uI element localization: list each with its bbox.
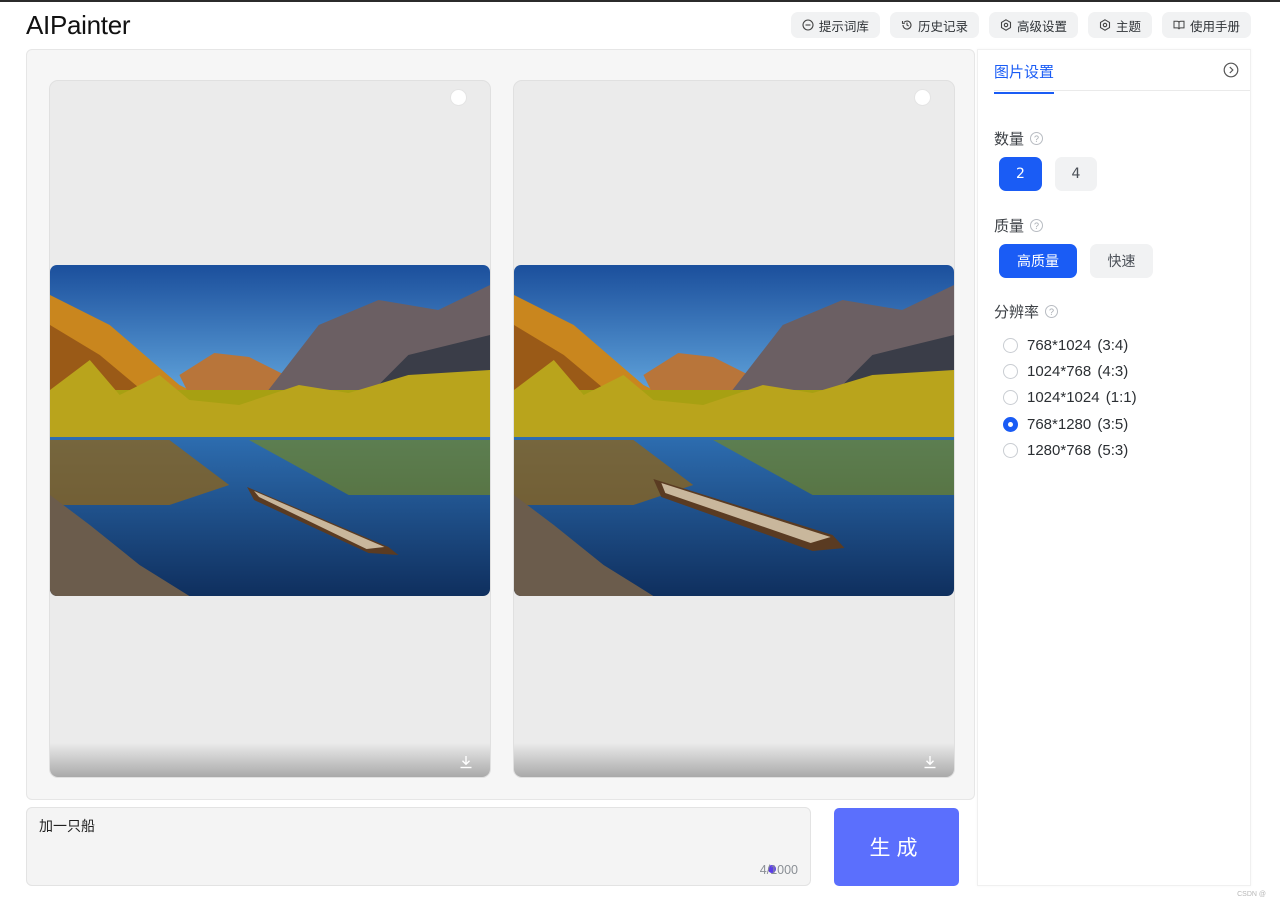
nav-theme-button[interactable]: 主题 (1087, 12, 1152, 38)
quality-option-fast[interactable]: 快速 (1090, 244, 1153, 278)
theme-gear-icon (1099, 19, 1112, 32)
quantity-label-text: 数量 (994, 130, 1025, 148)
gear-icon (1000, 19, 1013, 32)
resolution-option-selected[interactable]: 768*1280 (3:5) (1003, 411, 1137, 437)
quantity-option-2[interactable]: 2 (999, 157, 1042, 191)
resolution-option-label: 1024*768 (4:3) (1027, 362, 1129, 380)
quantity-options: 2 4 (999, 157, 1097, 191)
resolution-option[interactable]: 1280*768 (5:3) (1003, 437, 1137, 463)
resolution-option-label: 768*1280 (3:5) (1027, 415, 1129, 433)
resolution-option[interactable]: 1024*1024 (1:1) (1003, 385, 1137, 411)
resolution-label-text: 分辨率 (994, 303, 1040, 321)
help-icon[interactable]: ? (1045, 305, 1059, 318)
card-footer-shade (514, 743, 954, 777)
nav-advanced-settings-button[interactable]: 高级设置 (988, 12, 1078, 38)
radio-button[interactable] (1003, 390, 1018, 406)
radio-button[interactable] (1003, 337, 1018, 353)
resolution-option-label: 768*1024 (3:4) (1027, 336, 1129, 354)
resolution-option[interactable]: 768*1024 (3:4) (1003, 332, 1137, 358)
resolution-option-label: 1024*1024 (1:1) (1027, 389, 1137, 407)
nav-history-button[interactable]: 历史记录 (889, 12, 979, 38)
prompt-input[interactable] (27, 808, 810, 885)
radio-button[interactable] (1003, 363, 1018, 379)
window-top-border (0, 0, 1280, 2)
radio-button[interactable] (1003, 442, 1018, 458)
nav-label: 历史记录 (917, 18, 968, 34)
nav-label: 提示词库 (818, 18, 869, 34)
prompt-box: 4/1000 (26, 807, 811, 886)
image-card[interactable] (49, 80, 491, 778)
download-icon[interactable] (459, 754, 473, 769)
book-icon (1173, 19, 1186, 32)
nav-prompt-library-button[interactable]: 提示词库 (790, 12, 880, 38)
nav-manual-button[interactable]: 使用手册 (1161, 12, 1251, 38)
select-checkbox[interactable] (450, 89, 467, 106)
select-checkbox[interactable] (914, 89, 931, 106)
collapse-panel-icon[interactable] (1223, 62, 1239, 78)
library-icon (802, 19, 815, 32)
radio-button[interactable] (1003, 416, 1018, 432)
quality-label: 质量 ? (994, 215, 1044, 236)
quality-label-text: 质量 (994, 217, 1025, 235)
nav-label: 主题 (1115, 18, 1141, 34)
generated-image[interactable] (514, 265, 954, 596)
history-icon (901, 19, 914, 32)
resolution-options: 768*1024 (3:4) 1024*768 (4:3) 1024*1024 … (1003, 332, 1137, 463)
top-nav: 提示词库 历史记录 高级设置 主题 使用手册 (790, 12, 1251, 38)
resolution-option-label: 1280*768 (5:3) (1027, 441, 1129, 459)
generate-button[interactable]: 生成 (834, 808, 959, 886)
help-icon[interactable]: ? (1030, 132, 1044, 145)
resolution-label: 分辨率 ? (994, 301, 1059, 322)
watermark: CSDN @ (1237, 891, 1266, 898)
resolution-option[interactable]: 1024*768 (4:3) (1003, 358, 1137, 384)
download-icon[interactable] (923, 754, 937, 769)
help-icon[interactable]: ? (1030, 219, 1044, 232)
image-card[interactable] (513, 80, 955, 778)
character-counter: 4/1000 (759, 863, 798, 877)
tab-divider (994, 90, 1250, 91)
quantity-option-4[interactable]: 4 (1055, 157, 1097, 191)
image-gallery (26, 49, 975, 800)
app-title: AIPainter (26, 10, 131, 40)
quality-options: 高质量 快速 (999, 244, 1153, 278)
card-footer-shade (50, 743, 490, 777)
quantity-label: 数量 ? (994, 128, 1044, 149)
quality-option-high[interactable]: 高质量 (999, 244, 1077, 278)
nav-label: 使用手册 (1189, 18, 1240, 34)
nav-label: 高级设置 (1016, 18, 1067, 34)
settings-panel: 图片设置 数量 ? 2 4 质量 ? 高质量 快速 分辨率 ? 768*1024… (977, 49, 1251, 886)
generated-image[interactable] (50, 265, 490, 596)
